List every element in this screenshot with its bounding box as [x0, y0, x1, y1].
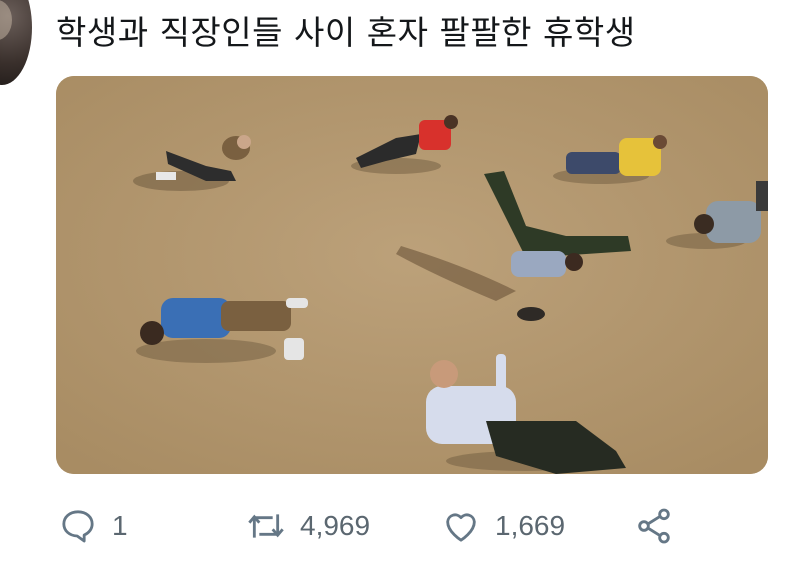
speech-bubble-icon: [62, 510, 94, 543]
share-nodes-icon: [638, 508, 670, 544]
retweet-arrows-icon: [248, 514, 284, 538]
tweet-actions-bar: 1 4,969 1,669: [56, 500, 768, 560]
reply-button[interactable]: 1: [58, 506, 128, 546]
reply-count: 1: [112, 510, 128, 541]
heart-icon: [446, 513, 476, 542]
tweet-text: 학생과 직장인들 사이 혼자 팔팔한 휴학생: [56, 13, 636, 52]
tweet-media-image[interactable]: [56, 76, 768, 474]
like-button[interactable]: 1,669: [441, 506, 565, 546]
dirt-field-scene: [56, 76, 768, 474]
retweet-count: 4,969: [300, 510, 371, 541]
share-button[interactable]: [634, 506, 674, 546]
like-count: 1,669: [495, 510, 566, 541]
avatar[interactable]: [0, 0, 32, 85]
retweet-button[interactable]: 4,969: [246, 506, 370, 546]
avatar-face: [0, 0, 12, 40]
